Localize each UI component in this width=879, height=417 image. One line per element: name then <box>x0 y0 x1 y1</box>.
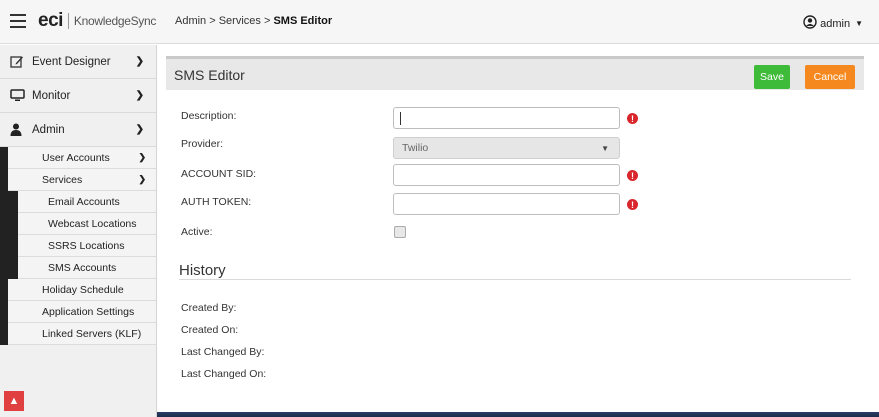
sidebar-item-services[interactable]: Services ❯ <box>8 169 156 191</box>
description-label: Description: <box>181 110 237 122</box>
sidebar-item-label: Services <box>42 173 83 186</box>
dropdown-arrow-icon: ▼ <box>601 144 609 153</box>
logo-mark: eci <box>38 10 63 31</box>
last-changed-by-label: Last Changed By: <box>181 346 265 358</box>
caret-down-icon: ▼ <box>855 19 863 28</box>
monitor-icon <box>10 89 26 102</box>
provider-selected-value: Twilio <box>402 142 429 154</box>
chevron-down-icon: ❯ <box>135 56 144 67</box>
auth-token-field[interactable] <box>393 193 620 215</box>
sidebar-item-user-accounts[interactable]: User Accounts ❯ <box>8 147 156 169</box>
last-changed-on-label: Last Changed On: <box>181 368 267 380</box>
chevron-down-icon: ❯ <box>138 174 146 184</box>
admin-submenu: User Accounts ❯ Services ❯ Email Account… <box>0 147 156 345</box>
sidebar-item-linked-servers[interactable]: Linked Servers (KLF) <box>8 323 156 345</box>
provider-select[interactable]: Twilio ▼ <box>393 137 620 159</box>
sidebar-item-holiday-schedule[interactable]: Holiday Schedule <box>8 279 156 301</box>
sidebar-item-sms-accounts[interactable]: SMS Accounts <box>18 257 156 279</box>
sidebar-item-label: Email Accounts <box>48 195 120 208</box>
account-sid-label: ACCOUNT SID: <box>181 168 257 180</box>
sidebar-item-monitor[interactable]: Monitor ❯ <box>0 79 156 113</box>
required-icon: ! <box>627 170 638 181</box>
breadcrumb: Admin > Services > SMS Editor <box>175 15 332 27</box>
sidebar-item-label: SSRS Locations <box>48 239 125 252</box>
user-menu[interactable]: admin ▼ <box>803 15 863 32</box>
chevron-down-icon: ❯ <box>135 124 144 135</box>
created-on-label: Created On: <box>181 324 239 336</box>
sidebar-item-label: Application Settings <box>42 305 135 318</box>
chevron-down-icon: ❯ <box>135 90 144 101</box>
created-by-label: Created By: <box>181 302 237 314</box>
sidebar-item-email-accounts[interactable]: Email Accounts <box>18 191 156 213</box>
sidebar-item-label: Webcast Locations <box>48 217 137 230</box>
account-sid-field[interactable] <box>393 164 620 186</box>
provider-label: Provider: <box>181 138 224 150</box>
app-logo[interactable]: eci KnowledgeSync <box>38 10 156 32</box>
breadcrumb-path: Admin > Services > <box>175 15 274 27</box>
history-title: History <box>179 262 226 279</box>
sidebar-item-label: User Accounts <box>42 151 110 164</box>
breadcrumb-current: SMS Editor <box>273 15 333 27</box>
top-bar: eci KnowledgeSync Admin > Services > SMS… <box>0 0 879 44</box>
sidebar-item-application-settings[interactable]: Application Settings <box>8 301 156 323</box>
scroll-to-top-button[interactable]: ▲ <box>4 391 24 411</box>
cancel-button[interactable]: Cancel <box>805 65 855 89</box>
sidebar-item-label: SMS Accounts <box>48 261 117 274</box>
sidebar: Event Designer ❯ Monitor ❯ Admin ❯ User … <box>0 45 157 417</box>
editor-header: SMS Editor Save Cancel <box>166 56 864 90</box>
required-icon: ! <box>627 113 638 124</box>
user-icon <box>10 123 26 136</box>
sidebar-item-label: Linked Servers (KLF) <box>42 327 142 340</box>
sidebar-item-event-designer[interactable]: Event Designer ❯ <box>0 45 156 79</box>
sidebar-item-label: Admin <box>32 123 65 136</box>
logo-divider <box>67 13 69 29</box>
chevron-down-icon: ❯ <box>138 152 146 162</box>
user-name: admin <box>820 17 851 30</box>
active-label: Active: <box>181 226 213 238</box>
user-circle-icon <box>803 15 817 32</box>
active-checkbox[interactable] <box>394 226 406 238</box>
sidebar-item-label: Holiday Schedule <box>42 283 124 296</box>
sidebar-item-webcast-locations[interactable]: Webcast Locations <box>18 213 156 235</box>
auth-token-label: AUTH TOKEN: <box>181 196 252 208</box>
description-field[interactable] <box>393 107 620 129</box>
logo-product-name: KnowledgeSync <box>73 14 157 28</box>
sidebar-item-admin[interactable]: Admin ❯ <box>0 113 156 147</box>
save-button[interactable]: Save <box>754 65 790 89</box>
sidebar-item-label: Event Designer <box>32 55 111 68</box>
history-divider <box>179 279 851 280</box>
required-icon: ! <box>627 199 638 210</box>
services-submenu: Email Accounts Webcast Locations SSRS Lo… <box>8 191 156 279</box>
taskbar-edge <box>157 412 879 417</box>
chevron-up-icon: ▲ <box>8 395 20 407</box>
sidebar-item-label: Monitor <box>32 89 71 102</box>
sidebar-item-ssrs-locations[interactable]: SSRS Locations <box>18 235 156 257</box>
hamburger-menu-icon[interactable] <box>10 14 26 28</box>
edit-icon <box>10 55 26 68</box>
text-cursor <box>400 112 401 125</box>
page-title: SMS Editor <box>174 67 245 83</box>
